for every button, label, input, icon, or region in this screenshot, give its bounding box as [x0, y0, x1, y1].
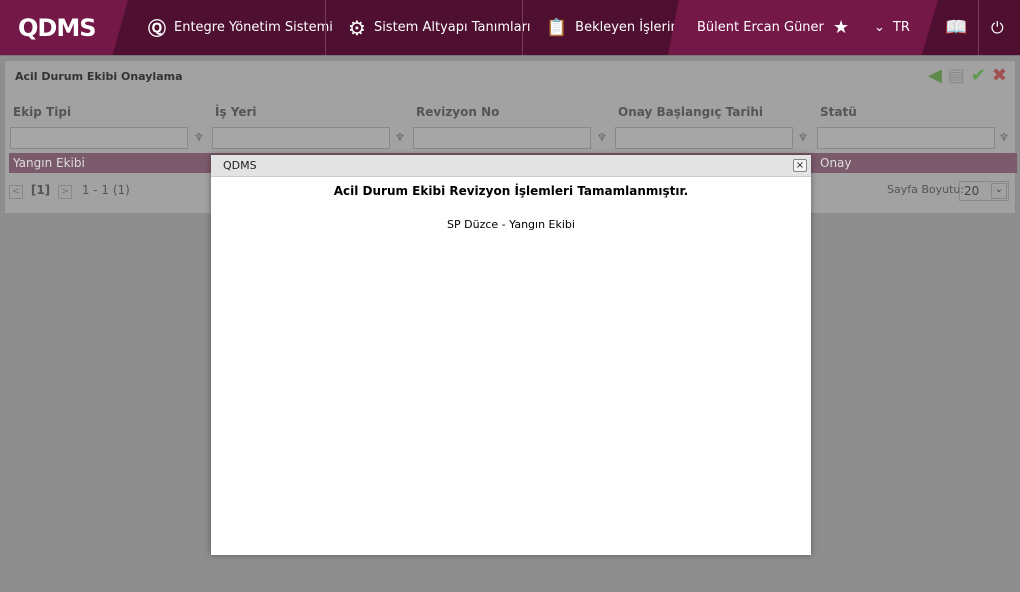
dialog-message: Acil Durum Ekibi Revizyon İşlemleri Tama…	[333, 184, 689, 198]
divider	[325, 0, 326, 55]
qdms-logo[interactable]: QDMS	[0, 0, 128, 55]
filter-icon[interactable]: ♆	[999, 131, 1009, 144]
divider	[522, 0, 523, 55]
next-page-button[interactable]: >	[57, 185, 72, 199]
nav-bekleyen-islerim[interactable]: 📋 Bekleyen İşlerim	[546, 0, 683, 55]
filter-input[interactable]	[615, 127, 793, 149]
filter-icon[interactable]: ♆	[395, 131, 405, 144]
check-icon[interactable]: ✔	[971, 65, 986, 86]
help-book-icon[interactable]: 📖	[945, 0, 967, 55]
filter-input[interactable]	[413, 127, 591, 149]
back-icon[interactable]: ◀	[928, 65, 942, 86]
favorites-star-icon[interactable]: ★	[833, 0, 849, 55]
top-header: QDMS Ⓠ Entegre Yönetim Sistemi ⚙ Sistem Al…	[0, 0, 1020, 56]
q-icon: Ⓠ	[148, 18, 166, 40]
message-dialog: QDMS × Acil Durum Ekibi Revizyon İşlemler…	[211, 155, 811, 555]
filter-input[interactable]	[817, 127, 995, 149]
col-onay-baslangic[interactable]: Onay Başlangıç Tarihi	[618, 105, 763, 119]
power-icon[interactable]: ⏻	[991, 0, 1004, 55]
filter-icon[interactable]: ♆	[798, 131, 808, 144]
divider	[978, 0, 979, 55]
chevron-down-icon: ⌄	[991, 183, 1007, 199]
page-size-label: Sayfa Boyutu:	[887, 183, 965, 196]
clipboard-icon: 📋	[546, 17, 568, 38]
nav-entegre[interactable]: Ⓠ Entegre Yönetim Sistemi	[148, 0, 333, 55]
dialog-title: QDMS	[223, 159, 257, 172]
filter-input[interactable]	[10, 127, 188, 149]
close-button[interactable]: ×	[793, 159, 807, 172]
gear-icon: ⚙	[348, 15, 366, 40]
col-revizyon-no[interactable]: Revizyon No	[416, 105, 499, 119]
col-ekip-tipi[interactable]: Ekip Tipi	[13, 105, 71, 119]
filter-icon[interactable]: ♆	[597, 131, 607, 144]
page-title: Acil Durum Ekibi Onaylama	[15, 70, 183, 83]
cancel-icon[interactable]: ✖	[992, 65, 1007, 86]
page-size-select[interactable]: 20 ⌄	[959, 181, 1009, 201]
filter-input[interactable]	[212, 127, 390, 149]
list-icon[interactable]: ▤	[948, 65, 965, 86]
pager: < [1] > 1 - 1 (1)	[9, 183, 130, 199]
language-select[interactable]: ⌄ TR	[874, 0, 910, 55]
chevron-down-icon: ⌄	[874, 20, 885, 35]
nav-sistem-altyapi[interactable]: ⚙ Sistem Altyapı Tanımları	[348, 0, 531, 55]
user-name[interactable]: Bülent Ercan Güner	[697, 0, 824, 55]
prev-page-button[interactable]: <	[9, 185, 23, 199]
filter-icon[interactable]: ♆	[194, 131, 204, 144]
col-is-yeri[interactable]: İş Yeri	[215, 105, 257, 119]
dialog-detail: SP Düzce - Yangın Ekibi	[447, 218, 575, 231]
col-statu[interactable]: Statü	[820, 105, 857, 119]
